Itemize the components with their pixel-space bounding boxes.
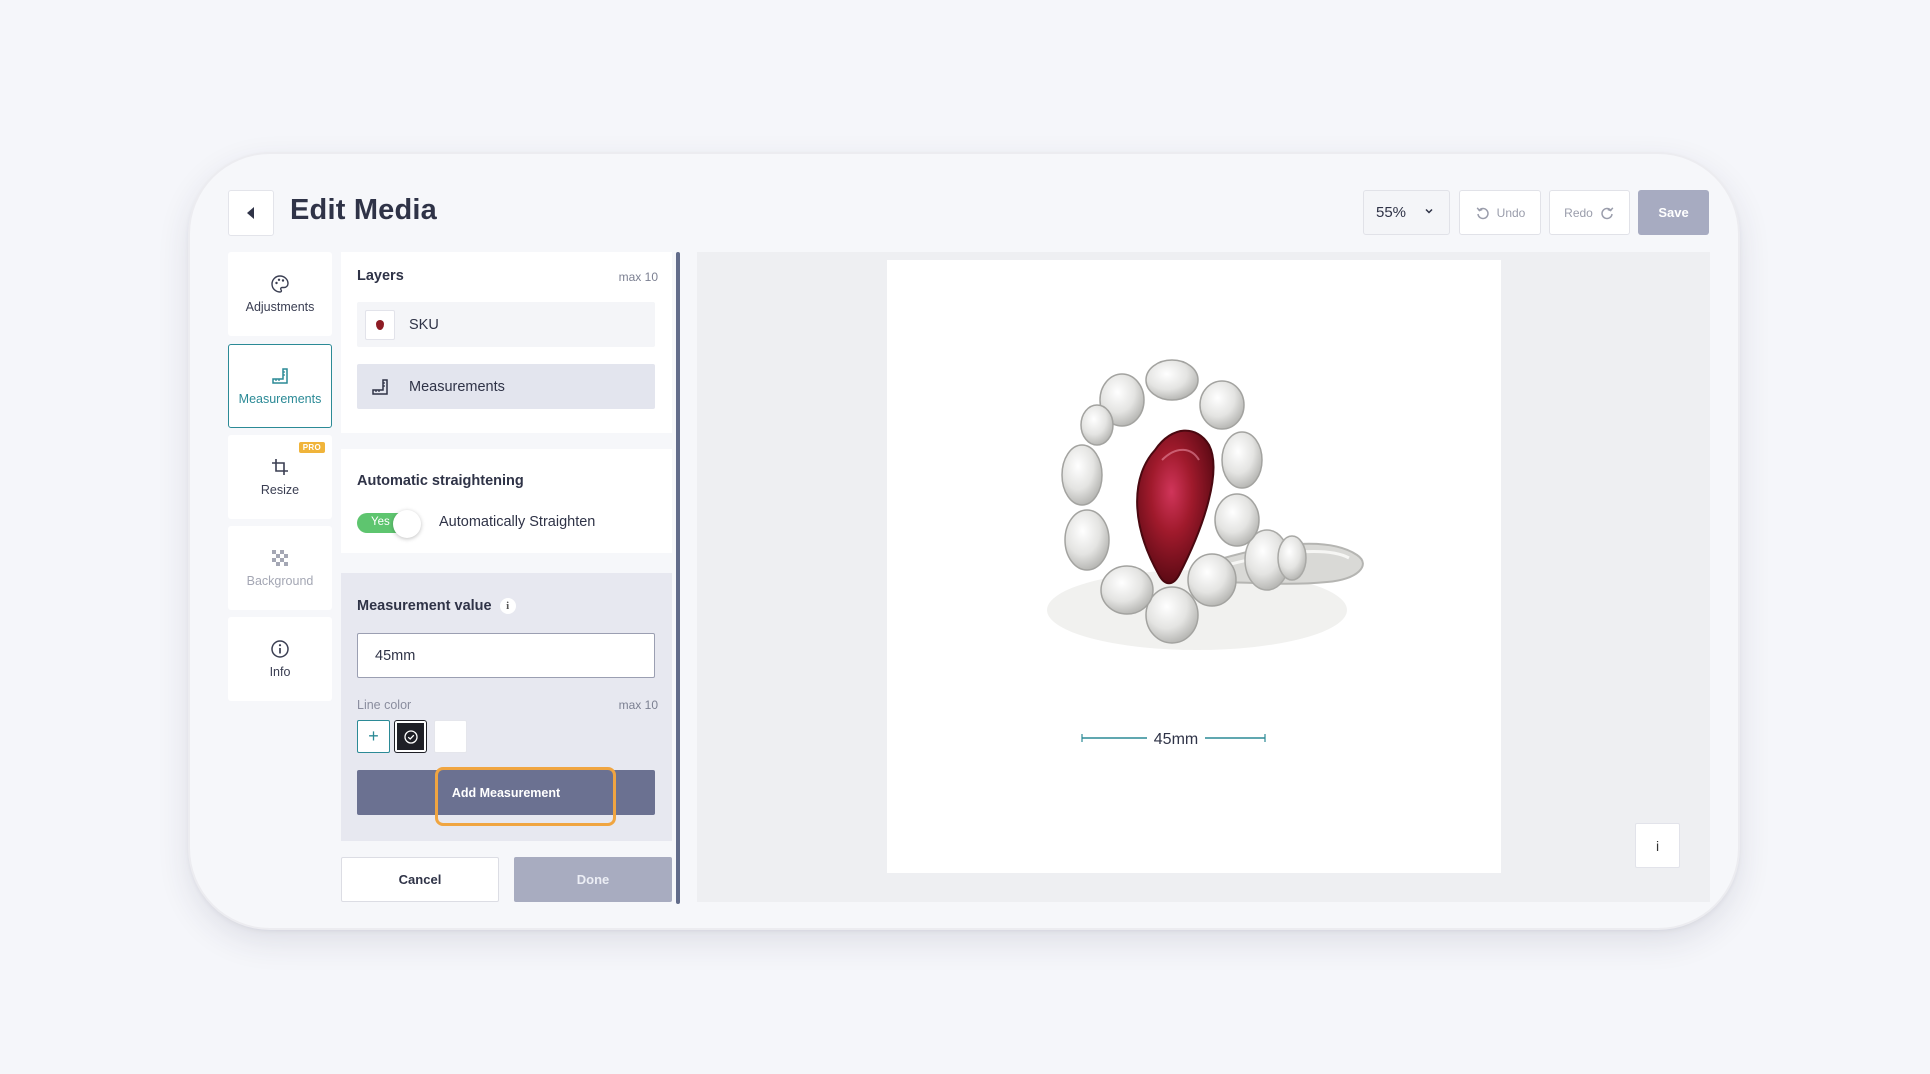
undo-icon xyxy=(1476,206,1489,219)
done-button[interactable]: Done xyxy=(514,857,672,902)
undo-label: Undo xyxy=(1496,205,1526,220)
layer-label-measurements: Measurements xyxy=(409,378,505,395)
redo-icon xyxy=(1601,206,1614,219)
rail-label-resize: Resize xyxy=(260,483,300,497)
ring-image: 45mm xyxy=(1047,359,1364,748)
canvas-info-button[interactable]: i xyxy=(1635,823,1680,868)
panel-scrollbar[interactable] xyxy=(676,252,680,904)
product-image[interactable]: 45mm xyxy=(887,260,1501,873)
rail-label-info: Info xyxy=(269,665,291,679)
line-color-label: Line color xyxy=(357,698,412,712)
rail-item-background[interactable]: Background xyxy=(228,526,332,610)
device-frame: Edit Media 55% Undo Redo Save Adjustment… xyxy=(190,154,1738,928)
straighten-label: Automatically Straighten xyxy=(439,514,596,530)
back-button[interactable] xyxy=(228,190,274,236)
measurement-card: Measurement value i Line color max 10 + A… xyxy=(341,573,672,841)
rail-label-adjustments: Adjustments xyxy=(245,300,315,314)
pro-badge: PRO xyxy=(298,442,325,453)
rail-item-measurements[interactable]: Measurements xyxy=(228,344,332,428)
layers-max: max 10 xyxy=(618,270,658,284)
color-swatch-white[interactable] xyxy=(434,720,467,753)
canvas-area: 45mm i xyxy=(697,252,1710,902)
rail-item-adjustments[interactable]: Adjustments xyxy=(228,252,332,336)
layer-thumbnail xyxy=(365,309,395,340)
checkerboard-icon xyxy=(272,550,288,566)
color-swatch-black[interactable] xyxy=(395,721,426,752)
layer-item-sku[interactable]: SKU xyxy=(357,302,655,347)
rail-label-measurements: Measurements xyxy=(238,392,322,406)
zoom-value: 55% xyxy=(1376,204,1407,221)
rail-item-info[interactable]: Info xyxy=(228,617,332,701)
palette-icon xyxy=(271,275,289,293)
zoom-select[interactable]: 55% xyxy=(1363,190,1450,235)
straighten-toggle[interactable]: Yes xyxy=(357,510,423,538)
save-button[interactable]: Save xyxy=(1638,190,1709,235)
chevron-down-icon xyxy=(1425,208,1433,214)
page-title: Edit Media xyxy=(290,194,438,226)
measurement-value-input[interactable] xyxy=(357,633,655,678)
measurement-label: 45mm xyxy=(1154,731,1198,748)
rail-label-background: Background xyxy=(246,574,314,588)
layers-title: Layers xyxy=(357,268,404,284)
rail-item-resize[interactable]: PRO Resize xyxy=(228,435,332,519)
straightening-title: Automatic straightening xyxy=(357,473,524,489)
measurement-title: Measurement value i xyxy=(357,598,516,615)
add-measurement-button[interactable]: Add Measurement xyxy=(357,770,655,815)
line-color-max: max 10 xyxy=(618,698,658,712)
info-icon xyxy=(271,640,289,658)
undo-button[interactable]: Undo xyxy=(1459,190,1541,235)
measurement-title-text: Measurement value xyxy=(357,598,492,614)
redo-button[interactable]: Redo xyxy=(1549,190,1630,235)
toggle-state: Yes xyxy=(371,516,390,528)
layer-item-measurements[interactable]: Measurements xyxy=(357,364,655,409)
cancel-button[interactable]: Cancel xyxy=(341,857,499,902)
info-tooltip-icon[interactable]: i xyxy=(499,598,516,615)
layer-label-sku: SKU xyxy=(409,316,439,333)
caret-left-icon xyxy=(247,207,254,219)
ruler-icon xyxy=(272,368,288,384)
layers-card: Layers max 10 SKU Measurements xyxy=(341,252,672,433)
check-circle-icon xyxy=(403,729,418,744)
ruler-icon xyxy=(365,372,395,402)
add-color-button[interactable]: + xyxy=(357,720,390,753)
crop-icon xyxy=(272,459,288,475)
straightening-card: Automatic straightening Yes Automaticall… xyxy=(341,449,672,553)
redo-label: Redo xyxy=(1564,205,1593,220)
